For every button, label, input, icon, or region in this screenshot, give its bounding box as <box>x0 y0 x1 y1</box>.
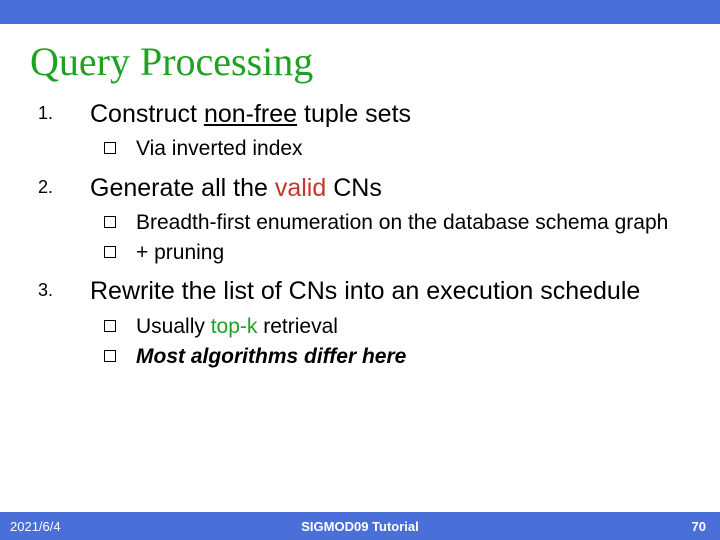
sub-item-text: Usually top-k retrieval <box>136 315 338 338</box>
text-fragment: tuple sets <box>297 100 411 128</box>
ordered-list: Construct non-free tuple sets Via invert… <box>30 99 690 370</box>
slide-content: Construct non-free tuple sets Via invert… <box>0 99 720 370</box>
sub-item: Via inverted index <box>90 136 690 162</box>
sub-list: Usually top-k retrieval Most algorithms … <box>90 314 690 371</box>
text-fragment: Usually <box>136 315 211 338</box>
underlined-term: non-free <box>204 100 297 128</box>
list-item-2-text: Generate all the valid CNs <box>90 173 690 204</box>
text-fragment: retrieval <box>257 315 338 338</box>
footer-date: 2021/6/4 <box>10 519 61 534</box>
footer-page-number: 70 <box>692 519 706 534</box>
slide-title: Query Processing <box>30 38 720 85</box>
text-fragment: Generate all the <box>90 174 275 202</box>
footer-title: SIGMOD09 Tutorial <box>0 519 720 534</box>
list-item-1-text: Construct non-free tuple sets <box>90 99 690 130</box>
sub-item: Most algorithms differ here <box>90 344 690 370</box>
sub-item-text-emphasis: Most algorithms differ here <box>136 345 406 368</box>
sub-item-text: Via inverted index <box>136 137 303 160</box>
highlight-green: top-k <box>211 315 258 338</box>
top-accent-bar <box>0 0 720 24</box>
text-fragment: Construct <box>90 100 204 128</box>
list-item-3-text: Rewrite the list of CNs into an executio… <box>90 276 690 307</box>
text-fragment: CNs <box>326 174 382 202</box>
sub-item-text: + pruning <box>136 241 224 264</box>
sub-item-text: Breadth-first enumeration on the databas… <box>136 211 668 234</box>
sub-list: Breadth-first enumeration on the databas… <box>90 210 690 267</box>
highlight-red: valid <box>275 174 326 202</box>
sub-list: Via inverted index <box>90 136 690 162</box>
sub-item: Usually top-k retrieval <box>90 314 690 340</box>
footer-bar: 2021/6/4 SIGMOD09 Tutorial 70 <box>0 512 720 540</box>
list-item-1: Construct non-free tuple sets Via invert… <box>30 99 690 163</box>
list-item-3: Rewrite the list of CNs into an executio… <box>30 276 690 370</box>
list-item-2: Generate all the valid CNs Breadth-first… <box>30 173 690 267</box>
sub-item: Breadth-first enumeration on the databas… <box>90 210 690 236</box>
sub-item: + pruning <box>90 240 690 266</box>
